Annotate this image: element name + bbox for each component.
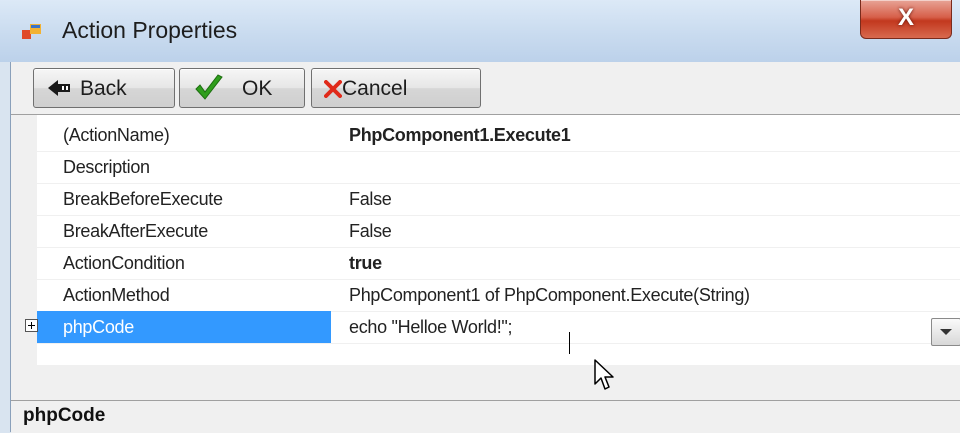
cancel-x-icon xyxy=(324,80,342,98)
property-row-actionname[interactable]: (ActionName) PhpComponent1.Execute1 xyxy=(37,119,960,152)
close-icon: X xyxy=(897,4,914,31)
property-grid: (ActionName) PhpComponent1.Execute1 Desc… xyxy=(11,114,960,365)
property-name: ActionMethod xyxy=(63,285,170,305)
property-row-actionmethod[interactable]: ActionMethod PhpComponent1 of PhpCompone… xyxy=(37,279,960,312)
title-bar: Action Properties X xyxy=(0,0,960,62)
property-name: Description xyxy=(63,157,150,177)
back-button[interactable]: Back xyxy=(33,68,175,108)
back-label: Back xyxy=(80,77,127,100)
text-caret xyxy=(569,332,570,354)
property-value[interactable]: PhpComponent1.Execute1 xyxy=(337,119,960,151)
phpcode-value-input[interactable]: echo "Helloe World!"; xyxy=(337,311,960,343)
cancel-button[interactable]: Cancel xyxy=(311,68,481,108)
close-button[interactable]: X xyxy=(860,0,952,39)
property-value[interactable]: False xyxy=(337,215,960,247)
toolbar: Back OK Cancel xyxy=(11,62,960,112)
mouse-pointer-icon xyxy=(594,359,614,390)
help-pane: phpCode xyxy=(11,400,960,433)
property-row-description[interactable]: Description xyxy=(37,151,960,184)
property-name: BreakAfterExecute xyxy=(63,221,208,241)
property-name: ActionCondition xyxy=(63,253,185,273)
property-value[interactable] xyxy=(337,151,960,183)
property-name: (ActionName) xyxy=(63,125,170,145)
back-arrow-icon xyxy=(48,80,70,96)
ok-button[interactable]: OK xyxy=(179,68,305,108)
property-row-phpcode[interactable]: phpCode echo "Helloe World!"; xyxy=(37,311,960,344)
property-value[interactable]: true xyxy=(337,247,960,279)
property-value[interactable]: False xyxy=(337,183,960,215)
help-title: phpCode xyxy=(23,405,106,426)
cancel-label: Cancel xyxy=(342,77,408,100)
dropdown-arrow-icon[interactable] xyxy=(931,318,960,346)
app-icon xyxy=(22,24,41,39)
property-row-actioncondition[interactable]: ActionCondition true xyxy=(37,247,960,280)
property-name: BreakBeforeExecute xyxy=(63,189,223,209)
expand-plus-icon[interactable] xyxy=(25,319,38,332)
dialog-body: Back OK Cancel (ActionName) PhpComponent… xyxy=(10,62,960,433)
ok-label: OK xyxy=(242,77,273,100)
window-title: Action Properties xyxy=(62,17,238,43)
property-value[interactable]: PhpComponent1 of PhpComponent.Execute(St… xyxy=(337,279,960,311)
check-icon xyxy=(195,74,223,100)
property-name: phpCode xyxy=(37,311,331,343)
property-row-breakafterexecute[interactable]: BreakAfterExecute False xyxy=(37,215,960,248)
property-row-breakbeforeexecute[interactable]: BreakBeforeExecute False xyxy=(37,183,960,216)
